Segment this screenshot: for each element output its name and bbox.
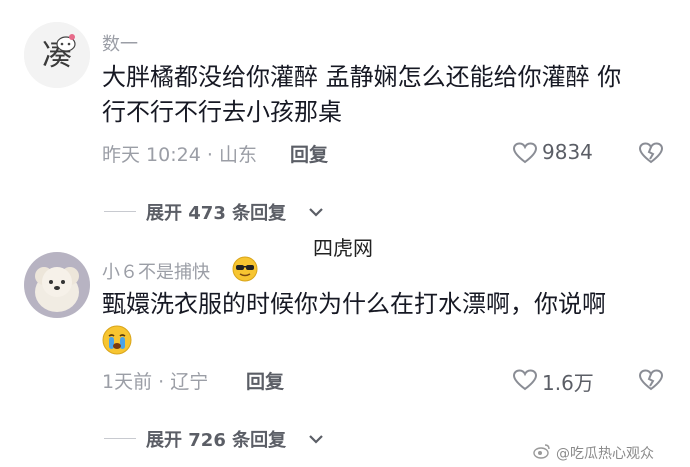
comment-username[interactable]: 数一: [102, 30, 138, 56]
expand-replies-button[interactable]: 展开 473 条回复: [146, 199, 286, 225]
chevron-down-icon[interactable]: [308, 433, 324, 445]
comment-time: 昨天 10:24 · 山东: [102, 140, 257, 167]
chevron-down-icon[interactable]: [308, 206, 324, 218]
comment-username[interactable]: 小６不是捕快: [102, 258, 210, 284]
expand-replies-button[interactable]: 展开 726 条回复: [146, 426, 286, 452]
avatar[interactable]: [24, 252, 90, 318]
expand-replies-label: 展开 726 条回复: [146, 430, 287, 451]
reply-button[interactable]: 回复: [290, 140, 328, 167]
comment-time-value: 昨天 10:24: [102, 144, 201, 166]
corner-watermark: @吃瓜热心观众: [556, 446, 654, 462]
comment-location: 辽宁: [170, 371, 209, 393]
broken-heart-icon[interactable]: [638, 368, 664, 392]
meta-separator: ·: [206, 144, 219, 166]
expand-divider: [104, 438, 136, 439]
broken-heart-icon[interactable]: [638, 141, 664, 165]
heart-outline-icon[interactable]: [512, 368, 538, 392]
comment-text-line-1: 甄嬛洗衣服的时候你为什么在打水漂啊，你说啊: [102, 290, 606, 318]
site-watermark: 四虎网: [313, 236, 373, 260]
heart-outline-icon[interactable]: [512, 141, 538, 165]
like-count: 1.6万: [542, 371, 594, 395]
meta-separator: ·: [158, 371, 171, 393]
comment-text-line-1: 大胖橘都没给你灌醉 孟静娴怎么还能给你灌醉 你: [102, 63, 622, 91]
sunglasses-emoji-icon: [232, 256, 258, 282]
comment-text-line-2: 行不行不行去小孩那桌: [102, 98, 342, 126]
comment-time-value: 1天前: [102, 371, 153, 393]
comment-location: 山东: [218, 144, 257, 166]
expand-divider: [104, 211, 136, 212]
weibo-logo-icon: [533, 444, 550, 459]
like-count: 9834: [542, 140, 593, 164]
comment-time: 1天前 · 辽宁: [102, 367, 208, 394]
reply-button[interactable]: 回复: [246, 367, 284, 394]
expand-replies-label: 展开 473 条回复: [146, 203, 287, 224]
crying-emoji-icon: [102, 325, 132, 355]
avatar[interactable]: 凑: [24, 22, 90, 88]
